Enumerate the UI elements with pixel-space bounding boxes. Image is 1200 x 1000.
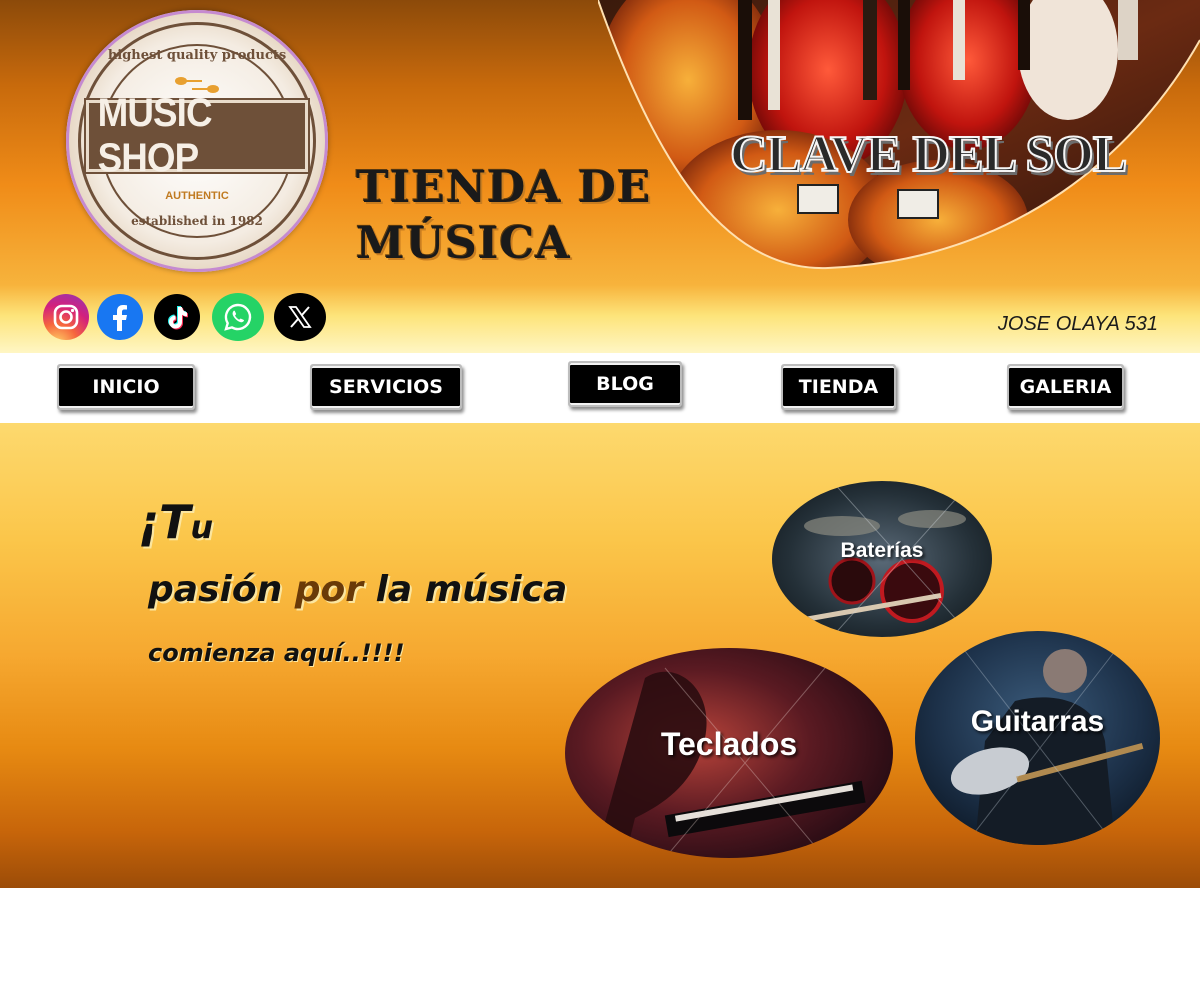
category-baterias-label: Baterías <box>840 539 924 562</box>
logo-authentic-badge: AUTHENTIC <box>165 190 229 202</box>
nav-inicio-label: INICIO <box>92 376 160 398</box>
nav-blog-label: BLOG <box>596 373 654 395</box>
store-address: JOSE OLAYA 531 <box>997 313 1158 335</box>
whatsapp-icon[interactable] <box>212 293 264 341</box>
logo-established-text: established in 1982 <box>131 214 263 228</box>
category-guitarras-label: Guitarras <box>970 705 1105 738</box>
nav-galeria-button[interactable]: GALERIA <box>1007 364 1124 410</box>
hero-subheadline: pasión por la música <box>148 569 567 610</box>
main-nav: INICIO SERVICIOS BLOG TIENDA GALERIA <box>0 353 1200 423</box>
nav-servicios-label: SERVICIOS <box>329 376 443 398</box>
category-baterias[interactable]: Baterías <box>772 481 992 637</box>
brand-name: CLAVE DEL SOL <box>729 125 1128 184</box>
facebook-icon[interactable] <box>97 294 143 340</box>
music-shop-logo[interactable]: highest quality products MUSIC SHOP AUTH… <box>66 10 328 272</box>
category-guitarras[interactable]: Guitarras <box>915 631 1160 845</box>
nav-servicios-button[interactable]: SERVICIOS <box>310 364 462 410</box>
hero-tagline: comienza aquí..!!!! <box>148 639 405 667</box>
nav-inicio-button[interactable]: INICIO <box>57 364 195 410</box>
hero-headline: ¡Tu <box>138 495 213 549</box>
instagram-icon[interactable] <box>43 294 89 340</box>
social-bar: JOSE OLAYA 531 <box>0 285 1200 353</box>
logo-banner: MUSIC SHOP <box>86 91 308 180</box>
nav-blog-button[interactable]: BLOG <box>568 361 682 407</box>
category-teclados[interactable]: Teclados <box>565 648 893 858</box>
category-teclados-label: Teclados <box>660 726 798 762</box>
nav-galeria-label: GALERIA <box>1019 376 1112 398</box>
header-banner: highest quality products MUSIC SHOP AUTH… <box>0 0 1200 285</box>
hero-headline-mark: ¡ <box>138 495 159 549</box>
hero-headline-big: T <box>158 495 191 549</box>
hero-sub-c: la música <box>375 569 568 610</box>
hero-sub-b: por <box>294 569 364 610</box>
nav-tienda-label: TIENDA <box>798 376 879 398</box>
hero-sub-a: pasión <box>148 569 283 610</box>
hero-headline-small: u <box>190 508 214 546</box>
logo-name: MUSIC SHOP <box>97 91 213 180</box>
x-icon[interactable] <box>274 293 326 341</box>
hero-section: ¡Tu pasión por la música comienza aquí..… <box>0 423 1200 888</box>
nav-tienda-button[interactable]: TIENDA <box>781 364 896 410</box>
logo-top-text: highest quality products <box>107 48 287 63</box>
tiktok-icon[interactable] <box>154 294 200 340</box>
